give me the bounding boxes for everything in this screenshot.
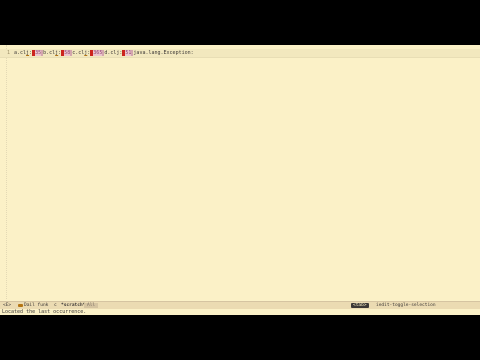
code-token: d.clj: (104, 50, 123, 56)
modeline-status: <E> (3, 303, 12, 308)
emacs-frame: 1 a.clj: 35 b.clj: 58 c.clj: 365 d.clj: 51 java.… (0, 45, 480, 315)
modeline-buffer-name[interactable]: *scratch* (61, 302, 85, 309)
keycast-key: <tab> (351, 303, 369, 308)
folder-icon (18, 304, 23, 307)
modeline-lang: c (54, 303, 57, 308)
left-fringe (0, 45, 7, 299)
modeline-position: All (84, 303, 99, 308)
code-token: c.cl (72, 50, 85, 56)
line-number: 1 (7, 50, 11, 56)
echo-message: Located the last occurrence. (2, 309, 87, 315)
code-token: a.cl (14, 50, 27, 56)
code-token: b.cl (43, 50, 56, 56)
echo-area: Located the last occurrence. (0, 309, 480, 315)
editor-buffer[interactable]: 1 a.clj: 35 b.clj: 58 c.clj: 365 d.clj: 51 java.… (0, 45, 480, 299)
code-line[interactable]: a.clj: 35 b.clj: 58 c.clj: 365 d.clj: 51 java.la… (14, 50, 194, 56)
code-token: java.lang.Exception: (133, 50, 194, 56)
line-number-token: 365 (93, 50, 103, 56)
keycast-command: iedit-toggle-selection (376, 303, 436, 308)
modeline-path: Dail funk (24, 303, 49, 308)
